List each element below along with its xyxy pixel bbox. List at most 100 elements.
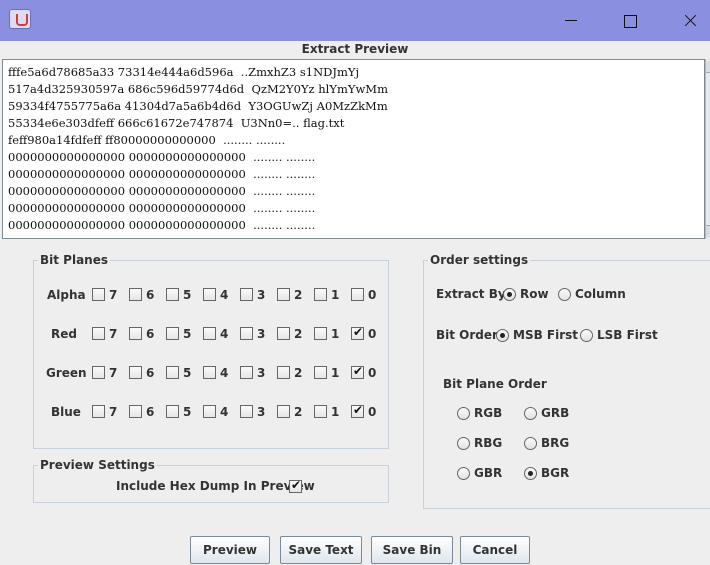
cancel-button[interactable]: Cancel: [460, 536, 530, 564]
bit-label: 3: [257, 366, 266, 380]
bit-label: 1: [331, 366, 340, 380]
bit-label: 5: [183, 327, 192, 341]
plane-order-brg-radio[interactable]: [524, 437, 537, 450]
bit-label: 3: [257, 288, 266, 302]
bit-label: 4: [220, 405, 229, 419]
checkbox-alpha-bit-7[interactable]: [92, 288, 105, 301]
extract-by-row-radio[interactable]: [503, 288, 516, 301]
checkbox-red-bit-5[interactable]: [166, 327, 179, 340]
preview-text: fffe5a6d78685a33 73314e444a6d596a ..Zmxh…: [8, 64, 388, 238]
bit-label: 7: [109, 288, 118, 302]
scroll-up-arrow-icon[interactable]: [706, 61, 710, 73]
checkbox-red-bit-7[interactable]: [92, 327, 105, 340]
preview-text-area[interactable]: fffe5a6d78685a33 73314e444a6d596a ..Zmxh…: [2, 59, 705, 239]
checkbox-blue-bit-4[interactable]: [203, 405, 216, 418]
checkbox-alpha-bit-0[interactable]: [351, 288, 364, 301]
bit-order-lsb-radio[interactable]: [580, 329, 593, 342]
bit-label: 3: [257, 327, 266, 341]
minimize-button[interactable]: [540, 0, 600, 41]
save-text-button[interactable]: Save Text: [280, 536, 362, 564]
plane-order-bgr-label: BGR: [541, 466, 570, 480]
checkbox-red-bit-2[interactable]: [277, 327, 290, 340]
preview-line: 0000000000000000 0000000000000000 ......…: [8, 184, 316, 198]
preview-settings-title: Preview Settings: [38, 458, 157, 472]
checkbox-blue-bit-3[interactable]: [240, 405, 253, 418]
checkbox-green-bit-4[interactable]: [203, 366, 216, 379]
preview-line: 55334e6e303dfeff 666c61672e747874 U3Nn0=…: [8, 116, 345, 130]
checkbox-alpha-bit-5[interactable]: [166, 288, 179, 301]
java-icon: [9, 9, 31, 29]
plane-order-grb-label: GRB: [541, 406, 570, 420]
bit-order-lsb-label: LSB First: [597, 328, 658, 342]
bit-label: 1: [331, 288, 340, 302]
checkbox-red-bit-3[interactable]: [240, 327, 253, 340]
plane-order-gbr-label: GBR: [474, 466, 503, 480]
bit-plane-row-label-alpha: Alpha: [47, 288, 86, 302]
close-button[interactable]: [660, 0, 710, 41]
checkbox-red-bit-6[interactable]: [129, 327, 142, 340]
save-bin-button[interactable]: Save Bin: [371, 536, 453, 564]
checkbox-blue-bit-6[interactable]: [129, 405, 142, 418]
bit-label: 0: [368, 366, 377, 380]
checkbox-blue-bit-0[interactable]: [351, 403, 364, 418]
plane-order-bgr-radio[interactable]: [524, 467, 537, 480]
bit-label: 2: [294, 366, 303, 380]
checkbox-alpha-bit-2[interactable]: [277, 288, 290, 301]
checkbox-alpha-bit-6[interactable]: [129, 288, 142, 301]
checkbox-blue-bit-7[interactable]: [92, 405, 105, 418]
preview-line: 0000000000000000 0000000000000000 ......…: [8, 201, 316, 215]
order-settings-title: Order settings: [428, 253, 531, 267]
preview-title: Extract Preview: [301, 42, 409, 56]
plane-order-gbr-radio[interactable]: [457, 467, 470, 480]
checkbox-green-bit-3[interactable]: [240, 366, 253, 379]
checkbox-blue-bit-5[interactable]: [166, 405, 179, 418]
bit-label: 5: [183, 405, 192, 419]
extract-by-column-radio[interactable]: [558, 288, 571, 301]
bit-label: 2: [294, 327, 303, 341]
checkbox-alpha-bit-3[interactable]: [240, 288, 253, 301]
plane-order-rgb-radio[interactable]: [457, 407, 470, 420]
checkbox-blue-bit-1[interactable]: [314, 405, 327, 418]
bit-label: 6: [146, 327, 155, 341]
title-bar: [0, 0, 710, 41]
bit-label: 6: [146, 288, 155, 302]
preview-line: 0000000000000000 0000000000000000 ......…: [8, 218, 316, 232]
maximize-button[interactable]: [600, 0, 660, 41]
bit-order-msb-radio[interactable]: [496, 329, 509, 342]
checkbox-green-bit-7[interactable]: [92, 366, 105, 379]
bit-label: 3: [257, 405, 266, 419]
checkbox-green-bit-6[interactable]: [129, 366, 142, 379]
extract-by-row-label: Row: [520, 287, 549, 301]
checkbox-green-bit-0[interactable]: [351, 364, 364, 379]
bit-label: 4: [220, 366, 229, 380]
bit-label: 2: [294, 405, 303, 419]
extract-by-label: Extract By: [436, 287, 506, 301]
checkbox-green-bit-5[interactable]: [166, 366, 179, 379]
hex-dump-label: Include Hex Dump In Preview: [116, 479, 315, 493]
bit-label: 0: [368, 405, 377, 419]
checkbox-alpha-bit-4[interactable]: [203, 288, 216, 301]
preview-line: 0000000000000000 0000000000000000 ......…: [8, 234, 388, 238]
bit-plane-order-label: Bit Plane Order: [443, 377, 547, 391]
plane-order-grb-radio[interactable]: [524, 407, 537, 420]
checkbox-red-bit-4[interactable]: [203, 327, 216, 340]
bit-label: 7: [109, 327, 118, 341]
bit-order-msb-label: MSB First: [513, 328, 579, 342]
hex-dump-checkbox[interactable]: [289, 478, 302, 493]
preview-line: 0000000000000000 0000000000000000 ......…: [8, 150, 316, 164]
bit-order-label: Bit Order: [436, 328, 498, 342]
checkbox-green-bit-2[interactable]: [277, 366, 290, 379]
checkbox-alpha-bit-1[interactable]: [314, 288, 327, 301]
bit-label: 6: [146, 366, 155, 380]
checkbox-green-bit-1[interactable]: [314, 366, 327, 379]
bit-label: 0: [368, 327, 377, 341]
checkbox-red-bit-0[interactable]: [351, 325, 364, 340]
preview-button[interactable]: Preview: [190, 536, 270, 564]
preview-scrollbar[interactable]: [705, 59, 710, 239]
checkbox-blue-bit-2[interactable]: [277, 405, 290, 418]
checkbox-red-bit-1[interactable]: [314, 327, 327, 340]
scroll-down-arrow-icon[interactable]: [706, 225, 710, 237]
bit-plane-row-label-green: Green: [46, 366, 87, 380]
plane-order-rbg-radio[interactable]: [457, 437, 470, 450]
bit-planes-title: Bit Planes: [38, 253, 111, 267]
